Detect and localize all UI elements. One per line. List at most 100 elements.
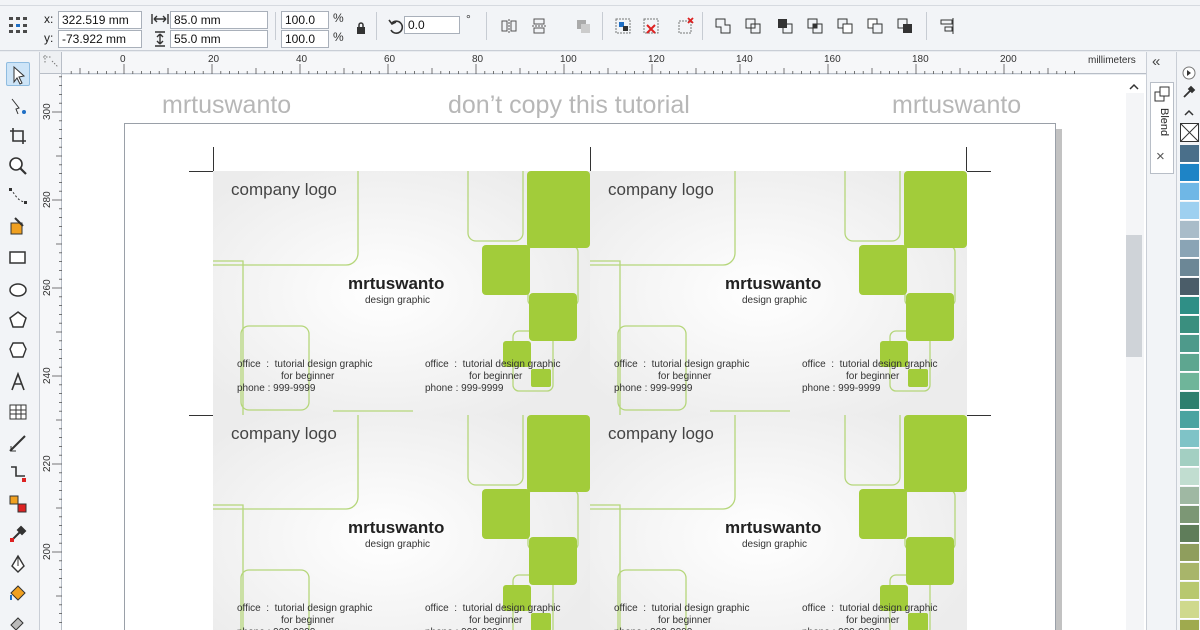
horizontal-ruler[interactable]: 0 20 40 60 80 100 120 140 160 180 200 millimeters (40, 52, 1146, 74)
connector-tool[interactable] (6, 462, 30, 486)
color-swatch[interactable] (1180, 202, 1199, 220)
color-swatch[interactable] (1180, 354, 1199, 372)
business-card[interactable]: company logo mrtuswanto design graphic offi… (213, 171, 590, 415)
text-tool[interactable] (6, 370, 30, 394)
fill-tool[interactable] (6, 582, 30, 606)
color-swatch[interactable] (1180, 411, 1199, 429)
scroll-up-arrow-icon[interactable] (1128, 82, 1140, 92)
close-docker-button[interactable]: × (1156, 148, 1165, 165)
card-company-logo: company logo (231, 180, 337, 199)
width-field[interactable]: 85.0 mm (170, 11, 268, 29)
no-color-swatch[interactable] (1180, 123, 1199, 142)
front-minus-back-icon[interactable] (866, 17, 884, 35)
color-swatch[interactable] (1180, 316, 1199, 334)
shape-tool[interactable] (6, 94, 30, 118)
blend-tool[interactable] (6, 492, 30, 516)
color-swatch[interactable] (1180, 373, 1199, 391)
office-value-line2: for beginner (658, 371, 712, 382)
scale-y-field[interactable]: 100.0 (281, 30, 329, 48)
color-swatch[interactable] (1180, 563, 1199, 581)
object-origin-icon[interactable] (8, 15, 28, 35)
polygon-tool[interactable] (6, 308, 30, 332)
watermark-center: don’t copy this tutorial (448, 91, 690, 119)
color-eyedropper-icon[interactable] (1182, 85, 1196, 99)
back-minus-front-icon[interactable] (896, 17, 914, 35)
color-swatch[interactable] (1180, 430, 1199, 448)
color-swatch[interactable] (1180, 506, 1199, 524)
zoom-icon (9, 157, 27, 175)
eyedropper-tool[interactable] (6, 522, 30, 546)
crop-tool[interactable] (6, 124, 30, 148)
office-value-line2: for beginner (469, 371, 523, 382)
business-card[interactable]: company logo mrtuswanto design graphic offi… (590, 415, 967, 630)
ungroup-icon[interactable] (642, 17, 660, 35)
smart-fill-tool[interactable] (6, 214, 30, 238)
vertical-scrollbar[interactable] (1126, 93, 1144, 630)
group-icon[interactable] (614, 17, 632, 35)
dimension-tool[interactable] (6, 432, 30, 456)
ungroup-all-icon[interactable] (676, 17, 694, 35)
combine-icon[interactable] (714, 17, 732, 35)
y-position-field[interactable]: -73.922 mm (58, 30, 142, 48)
color-swatch[interactable] (1180, 183, 1199, 201)
palette-scroll-up-icon[interactable] (1183, 108, 1195, 118)
separator (275, 12, 276, 40)
ellipse-tool[interactable] (6, 278, 30, 302)
table-tool[interactable] (6, 400, 30, 424)
card-name: mrtuswanto (725, 518, 822, 537)
percent-y-label: % (333, 30, 344, 44)
height-field[interactable]: 55.0 mm (170, 30, 268, 48)
pointer-icon (13, 65, 26, 85)
vertical-ruler[interactable]: 300 280 260 240 220 200 (40, 74, 62, 630)
mirror-horizontal-icon[interactable] (500, 17, 518, 35)
crop-mark (967, 415, 991, 416)
scrollbar-thumb[interactable] (1126, 235, 1142, 357)
rotation-field[interactable]: 0.0 (404, 16, 460, 34)
ruler-unit-label: millimeters (1088, 55, 1136, 66)
color-swatch[interactable] (1180, 164, 1199, 182)
color-swatch[interactable] (1180, 297, 1199, 315)
ruler-origin-corner[interactable] (40, 52, 62, 74)
color-swatch[interactable] (1180, 601, 1199, 619)
x-position-field[interactable]: 322.519 mm (58, 11, 142, 29)
simplify-icon[interactable] (836, 17, 854, 35)
outline-pen-tool[interactable] (6, 552, 30, 576)
color-swatch[interactable] (1180, 335, 1199, 353)
interactive-fill-tool[interactable] (6, 610, 30, 630)
color-swatch[interactable] (1180, 449, 1199, 467)
business-card[interactable]: company logo mrtuswanto design graphic offi… (213, 415, 590, 630)
card-subtitle: design graphic (365, 295, 431, 306)
intersect-icon[interactable] (806, 17, 824, 35)
arrange-icon[interactable] (574, 17, 592, 35)
business-card[interactable]: company logo mrtuswanto design graphic offi… (590, 171, 967, 415)
rectangle-tool[interactable] (6, 246, 30, 270)
drawing-canvas[interactable]: mrtuswanto don’t copy this tutorial mrtu… (62, 75, 1146, 630)
zoom-tool[interactable] (6, 154, 30, 178)
color-swatch[interactable] (1180, 582, 1199, 600)
pick-tool[interactable] (6, 62, 30, 86)
color-swatch[interactable] (1180, 544, 1199, 562)
scale-x-field[interactable]: 100.0 (281, 11, 329, 29)
palette-menu-icon[interactable] (1182, 66, 1196, 80)
color-swatch[interactable] (1180, 240, 1199, 258)
mirror-vertical-icon[interactable] (530, 17, 548, 35)
eyedropper-icon (10, 525, 27, 542)
align-distribute-icon[interactable] (938, 17, 956, 35)
phone-value: 999-9999 (461, 383, 504, 394)
weld-icon[interactable] (744, 17, 762, 35)
collapse-docker-button[interactable]: « (1152, 53, 1160, 70)
basic-shapes-tool[interactable] (6, 338, 30, 362)
color-swatch[interactable] (1180, 487, 1199, 505)
color-swatch[interactable] (1180, 221, 1199, 239)
color-swatch[interactable] (1180, 278, 1199, 296)
color-swatch[interactable] (1180, 145, 1199, 163)
color-swatch[interactable] (1180, 525, 1199, 543)
freehand-tool[interactable] (6, 184, 30, 208)
lock-ratio-icon[interactable] (355, 21, 367, 35)
color-swatch[interactable] (1180, 620, 1199, 630)
card-contact-right: office : tutorial design graphic for begi… (802, 359, 937, 395)
trim-icon[interactable] (776, 17, 794, 35)
color-swatch[interactable] (1180, 468, 1199, 486)
color-swatch[interactable] (1180, 392, 1199, 410)
color-swatch[interactable] (1180, 259, 1199, 277)
